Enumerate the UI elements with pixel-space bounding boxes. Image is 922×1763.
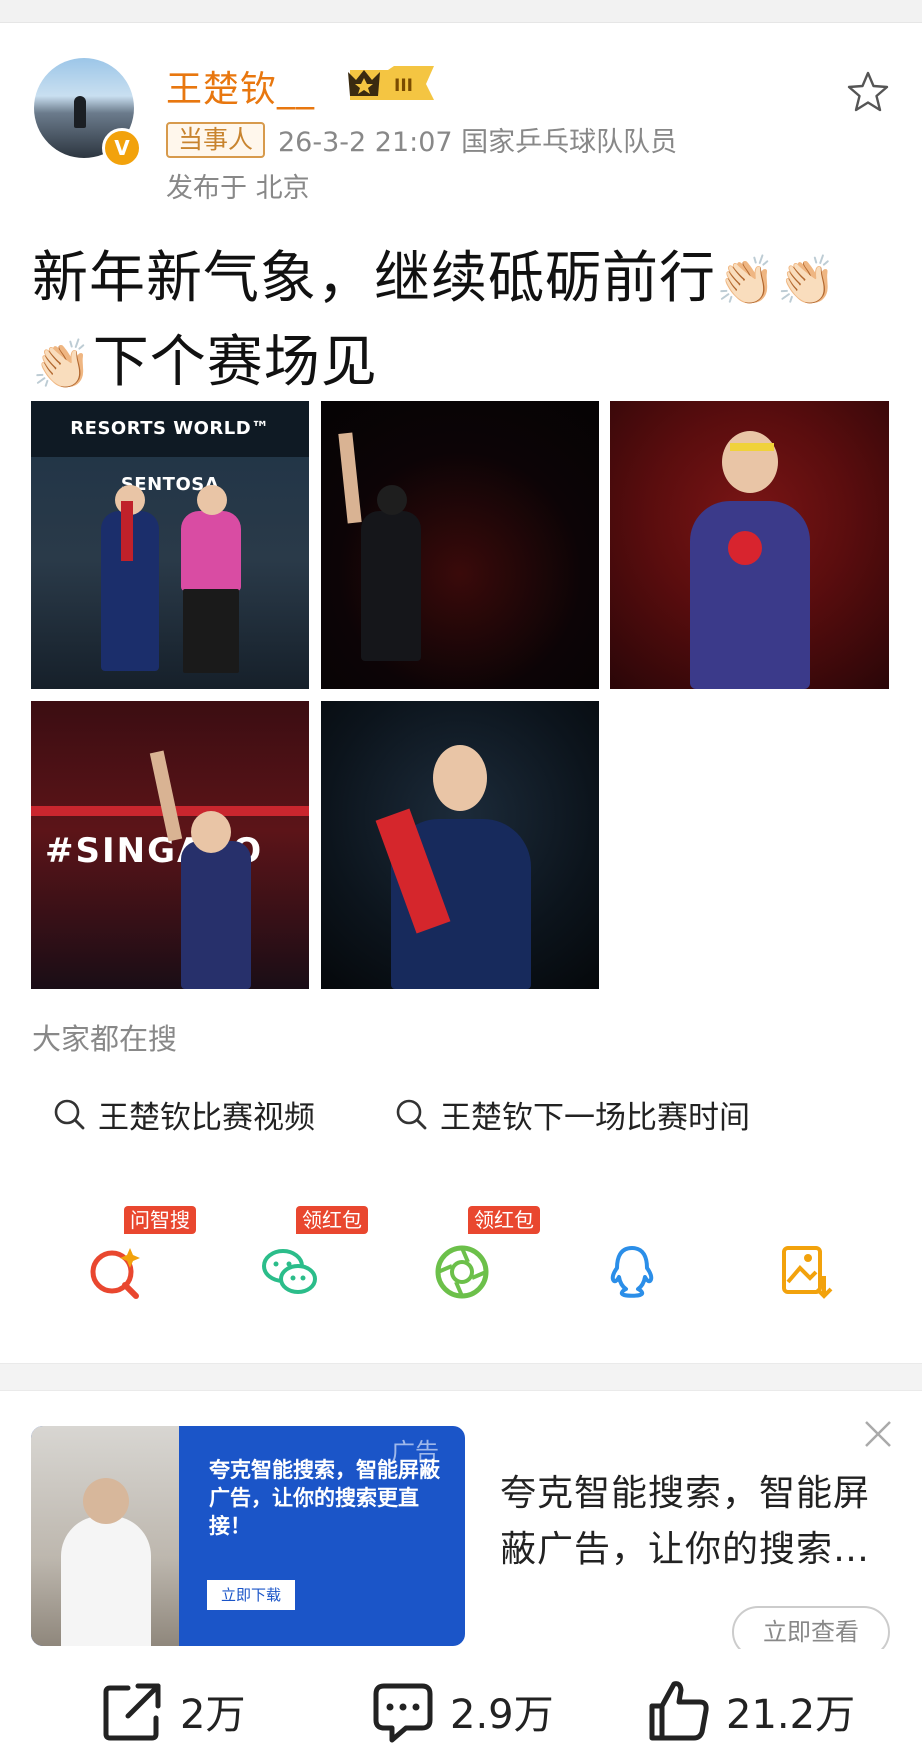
share-ai-search-button[interactable] bbox=[76, 1240, 156, 1304]
thumbs-up-icon bbox=[649, 1681, 709, 1741]
post-meta: 26-3-2 21:07 国家乒乓球队队员 bbox=[278, 127, 678, 158]
vip-crown-icon[interactable]: III bbox=[344, 64, 438, 102]
share-moments-button[interactable] bbox=[422, 1240, 502, 1304]
search-suggestion-text: 王楚钦下一场比赛时间 bbox=[440, 1099, 750, 1136]
level-badge: III bbox=[394, 76, 413, 96]
post-text: 新年新气象，继续砥砺前行👏🏻👏🏻 👏🏻下个赛场见 bbox=[32, 238, 902, 406]
ad-text[interactable]: 夸克智能搜索，智能屏蔽广告，让你的搜索… bbox=[500, 1466, 890, 1578]
wechat-icon bbox=[262, 1249, 317, 1294]
share-tag: 问智搜 bbox=[124, 1206, 196, 1234]
verified-badge-icon: V bbox=[102, 128, 142, 168]
search-suggestion-text: 王楚钦比赛视频 bbox=[98, 1099, 315, 1136]
like-button[interactable]: 21.2万 bbox=[646, 1676, 855, 1746]
share-save-image-button[interactable] bbox=[766, 1240, 846, 1304]
post-image-serve-ready[interactable] bbox=[610, 401, 889, 689]
ai-search-icon bbox=[90, 1248, 140, 1299]
section-divider bbox=[0, 1363, 922, 1391]
share-qq-button[interactable] bbox=[592, 1240, 672, 1304]
search-suggestion[interactable]: 王楚钦下一场比赛时间 bbox=[394, 1092, 750, 1136]
top-band bbox=[0, 0, 922, 23]
search-section-title: 大家都在搜 bbox=[32, 1022, 178, 1056]
clap-emoji: 👏🏻 bbox=[776, 253, 838, 309]
share-tag: 领红包 bbox=[296, 1206, 368, 1234]
post-text-line2: 下个赛场见 bbox=[92, 330, 378, 395]
share-wechat-button[interactable] bbox=[250, 1240, 330, 1304]
comment-button[interactable]: 2.9万 bbox=[370, 1676, 554, 1746]
username[interactable]: 王楚钦__ bbox=[166, 60, 315, 112]
moments-icon bbox=[435, 1245, 489, 1299]
clap-emoji: 👏🏻 bbox=[32, 337, 93, 393]
qq-icon bbox=[610, 1246, 654, 1298]
post-image-trophy-hold[interactable] bbox=[321, 701, 599, 989]
image-banner-text: RESORTS WORLD™ SENTOSA bbox=[31, 401, 309, 495]
close-icon[interactable] bbox=[860, 1416, 896, 1452]
post-location: 发布于 北京 bbox=[166, 173, 310, 204]
search-icon bbox=[396, 1099, 427, 1130]
save-image-icon bbox=[782, 1246, 833, 1299]
comment-icon bbox=[373, 1683, 433, 1743]
post-text-line1: 新年新气象，继续砥砺前行 bbox=[32, 246, 716, 311]
search-icon bbox=[54, 1099, 85, 1130]
repost-count: 2万 bbox=[180, 1692, 246, 1738]
share-tag: 领红包 bbox=[468, 1206, 540, 1234]
repost-button[interactable]: 2万 bbox=[100, 1676, 245, 1746]
ad-download-button[interactable]: 立即下载 bbox=[207, 1580, 295, 1610]
post-image-fist-raise-dark[interactable] bbox=[321, 401, 599, 689]
post-image-trophy-ceremony[interactable]: RESORTS WORLD™ SENTOSA bbox=[31, 401, 309, 689]
clap-emoji: 👏🏻 bbox=[716, 253, 777, 309]
repost-icon bbox=[103, 1683, 161, 1741]
comment-count: 2.9万 bbox=[450, 1692, 554, 1738]
like-count: 21.2万 bbox=[726, 1692, 856, 1738]
favorite-star-icon[interactable] bbox=[846, 70, 890, 114]
search-suggestion[interactable]: 王楚钦比赛视频 bbox=[52, 1092, 315, 1136]
ad-image[interactable]: 广告 夸克智能搜索，智能屏蔽广告，让你的搜索更直接！ 立即下载 bbox=[31, 1426, 465, 1646]
identity-tag: 当事人 bbox=[166, 122, 266, 158]
ad-headline: 夸克智能搜索，智能屏蔽广告，让你的搜索更直接！ bbox=[209, 1458, 440, 1538]
post-image-fist-raise-crowd[interactable]: #SINGAPO bbox=[31, 701, 309, 989]
